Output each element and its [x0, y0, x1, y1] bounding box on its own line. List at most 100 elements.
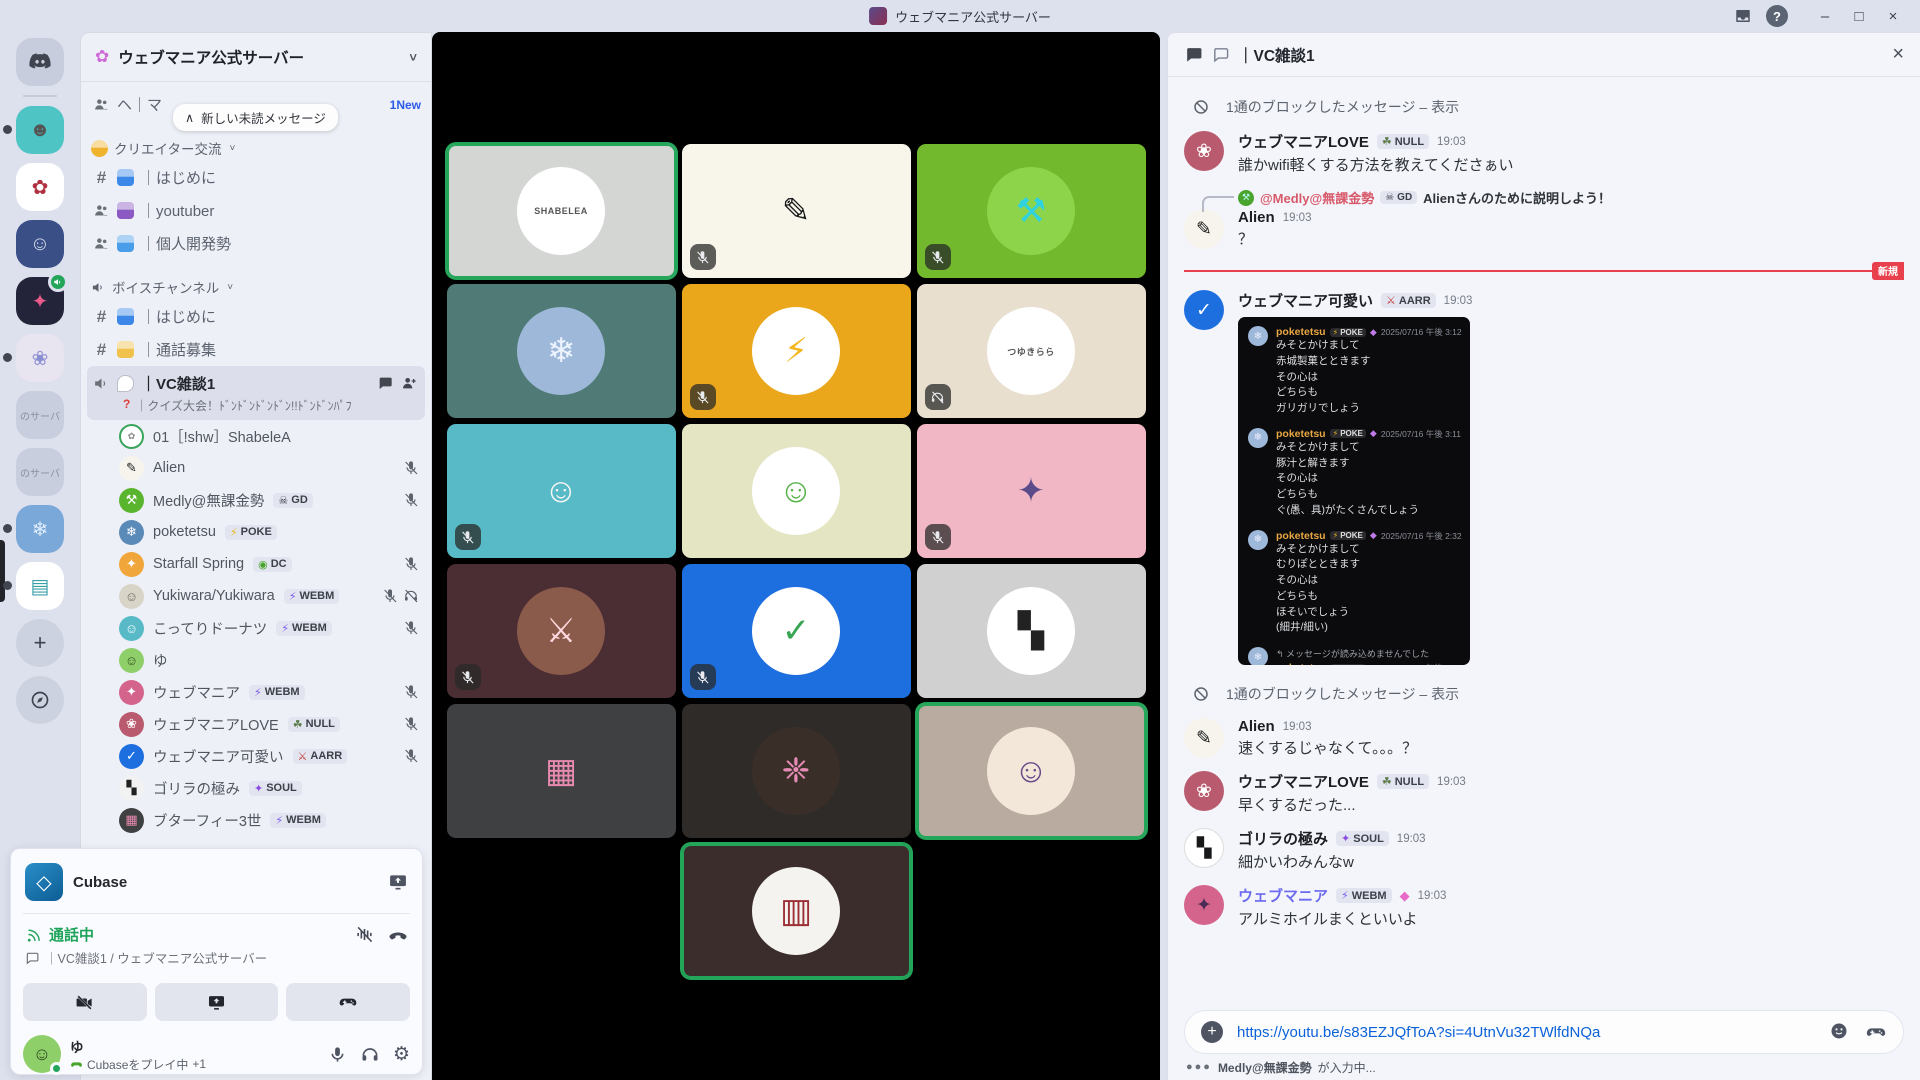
attach-plus-icon[interactable]: + — [1201, 1021, 1223, 1043]
input-link-text[interactable]: https://youtu.be/s83EZJQfToA?si=4UtnVu32… — [1237, 1024, 1600, 1041]
video-tile[interactable]: ▚ — [917, 564, 1146, 698]
avatar[interactable]: ✎ — [1184, 718, 1224, 758]
channel-youtuber[interactable]: ｜youtuber — [81, 194, 431, 227]
voice-member-row[interactable]: ▚ ゴリラの極み ✦SOUL — [81, 772, 431, 804]
controller-icon[interactable] — [1865, 1021, 1887, 1043]
maximize-button[interactable]: □ — [1842, 3, 1876, 29]
stream-activity-icon[interactable] — [388, 872, 408, 892]
channel-hajimeni-voice[interactable]: # ｜はじめに — [81, 300, 431, 333]
video-tile[interactable]: ☺ — [917, 704, 1146, 838]
mic-icon[interactable] — [328, 1045, 347, 1064]
server-icon-webmania-active-voice[interactable]: ✦ — [16, 277, 64, 325]
video-tile[interactable]: ✎ — [682, 144, 911, 278]
minimize-button[interactable]: – — [1808, 3, 1842, 29]
user-avatar[interactable]: ☺ — [23, 1035, 61, 1073]
chat-message: ❀ ウェブマニアLOVE ☘NULL 19:03 誰かwifi軽くする方法を教え… — [1184, 131, 1904, 175]
server-icon-2[interactable]: ✿ — [16, 163, 64, 211]
screen-share-button[interactable] — [155, 983, 279, 1021]
blocked-message-row[interactable]: 1通のブロックしたメッセージ – 表示 — [1184, 678, 1904, 710]
activities-button[interactable] — [286, 983, 410, 1021]
channel-kojin-kaihatsu[interactable]: ｜個人開発勢 — [81, 227, 431, 260]
avatar[interactable]: ✦ — [1184, 885, 1224, 925]
video-tile[interactable]: ❄ — [447, 284, 676, 418]
avatar[interactable]: ❀ — [1184, 771, 1224, 811]
channel-vc-zatsudan1-selected[interactable]: ｜VC雑談1 ? ｜クイズ大会！ﾄﾞﾝﾄﾞﾝﾄﾞﾝﾄﾞﾝ!!ﾄﾞﾝﾄﾞﾝﾊﾟﾌ — [87, 366, 425, 420]
settings-gear-icon[interactable]: ⚙ — [393, 1043, 410, 1066]
video-tile[interactable]: ❈ — [682, 704, 911, 838]
server-folder-1[interactable]: のサーバ — [16, 391, 64, 439]
message-author[interactable]: ウェブマニアLOVE — [1238, 771, 1369, 792]
message-author[interactable]: Alien — [1238, 209, 1275, 226]
voice-member-row[interactable]: ☺ こってりドーナツ ⚡WEBM — [81, 612, 431, 644]
mic-off-badge — [690, 664, 716, 690]
explore-servers-button[interactable] — [16, 676, 64, 724]
voice-member-row[interactable]: ❀ ウェブマニアLOVE ☘NULL — [81, 708, 431, 740]
deafen-off-icon — [403, 588, 419, 604]
sticker-icon[interactable] — [1829, 1021, 1849, 1041]
mic-off-icon — [403, 492, 419, 508]
channel-hajimeni-text[interactable]: # ｜はじめに — [81, 161, 431, 194]
video-tile[interactable]: ⚔ — [447, 564, 676, 698]
message-input[interactable]: + https://youtu.be/s83EZJQfToA?si=4UtnVu… — [1184, 1010, 1904, 1054]
message-author[interactable]: Alien — [1238, 718, 1275, 735]
video-tile[interactable]: SHABELEA — [447, 144, 676, 278]
avatar[interactable]: ▚ — [1184, 828, 1224, 868]
call-location[interactable]: ｜VC雑談1 / ウェブマニア公式サーバー — [25, 948, 408, 967]
avatar: ✎ — [752, 167, 840, 255]
voice-member-row[interactable]: ✦ ウェブマニア ⚡WEBM — [81, 676, 431, 708]
message-author[interactable]: ウェブマニアLOVE — [1238, 131, 1369, 152]
video-tile[interactable]: ⚒ — [917, 144, 1146, 278]
deafened-badge — [925, 384, 951, 410]
avatar[interactable]: ✓ — [1184, 290, 1224, 330]
add-server-button[interactable]: + — [16, 619, 64, 667]
video-tile[interactable]: ▦ — [447, 704, 676, 838]
channel-tsuwa-boshu[interactable]: # ｜通話募集 — [81, 333, 431, 366]
video-tile[interactable]: ✦ — [917, 424, 1146, 558]
video-tile[interactable]: ✓ — [682, 564, 911, 698]
image-attachment[interactable]: ❄ poketetsu⚡POKE◆2025/07/16 午後 3:12 みそとか… — [1238, 317, 1470, 665]
voice-member-row[interactable]: ✓ ウェブマニア可愛い ⚔AARR — [81, 740, 431, 772]
disconnect-call-icon[interactable] — [388, 925, 408, 945]
clapper-emoji-icon — [117, 202, 134, 219]
server-icon-8[interactable]: ❄ — [16, 505, 64, 553]
server-icon-3[interactable]: ☺ — [16, 220, 64, 268]
voice-member-row[interactable]: ✦ Starfall Spring ◉DC — [81, 548, 431, 580]
blocked-message-row[interactable]: 1通のブロックしたメッセージ – 表示 — [1184, 91, 1904, 123]
camera-off-button[interactable] — [23, 983, 147, 1021]
category-voice[interactable]: ボイスチャンネル ˅ — [81, 274, 431, 300]
server-icon-5[interactable]: ❀ — [16, 334, 64, 382]
voice-member-row[interactable]: ☺ Yukiwara/Yukiwara ⚡WEBM — [81, 580, 431, 612]
voice-member-row[interactable]: ▦ ブターフィー3世 ⚡WEBM — [81, 804, 431, 836]
server-folder-2[interactable]: のサーバ — [16, 448, 64, 496]
video-tile[interactable]: ▥ — [682, 844, 911, 978]
video-tile[interactable]: つゆきらら — [917, 284, 1146, 418]
help-icon[interactable]: ? — [1760, 3, 1794, 29]
voice-member-row[interactable]: ✎ Alien — [81, 452, 431, 484]
close-button[interactable]: × — [1876, 3, 1910, 29]
new-unread-banner[interactable]: ∧ 新しい未読メッセージ — [173, 104, 338, 131]
inbox-icon[interactable] — [1726, 3, 1760, 29]
noise-suppression-icon[interactable] — [355, 925, 374, 944]
video-tile[interactable]: ⚡ — [682, 284, 911, 418]
discord-home-button[interactable] — [16, 38, 64, 86]
message-author[interactable]: ウェブマニア — [1238, 885, 1328, 906]
user-name[interactable]: ゆ — [70, 1036, 206, 1056]
server-icon-1[interactable]: ☻ — [16, 106, 64, 154]
video-tile[interactable]: ☺ — [682, 424, 911, 558]
voice-member-row[interactable]: ✿ 01［!shw］ShabeleA — [81, 420, 431, 452]
voice-member-row[interactable]: ❄ poketetsu ⚡POKE — [81, 516, 431, 548]
category-creator[interactable]: クリエイター交流 ˅ — [81, 135, 431, 161]
close-icon[interactable]: × — [1892, 43, 1904, 66]
voice-member-row[interactable]: ☺ ゆ — [81, 644, 431, 676]
server-header[interactable]: ✿ ウェブマニア公式サーバー ˅ — [81, 33, 431, 82]
server-icon-9[interactable]: ▤ — [16, 562, 64, 610]
video-tile[interactable]: ☺ — [447, 424, 676, 558]
avatar[interactable]: ❀ — [1184, 131, 1224, 171]
hash-lock-icon: # — [93, 168, 110, 188]
voice-member-row[interactable]: ⚒ Medly@無課金勢 ☠GD — [81, 484, 431, 516]
message-author[interactable]: ゴリラの極み — [1238, 828, 1328, 849]
avatar[interactable]: ✎ — [1184, 209, 1224, 249]
headphones-icon[interactable] — [360, 1044, 380, 1064]
message-author[interactable]: ウェブマニア可愛い — [1238, 290, 1373, 311]
reply-reference[interactable]: ⚒ @Medly@無課金勢 ☠GD Alienさんのために説明しよう！ — [1238, 188, 1904, 207]
